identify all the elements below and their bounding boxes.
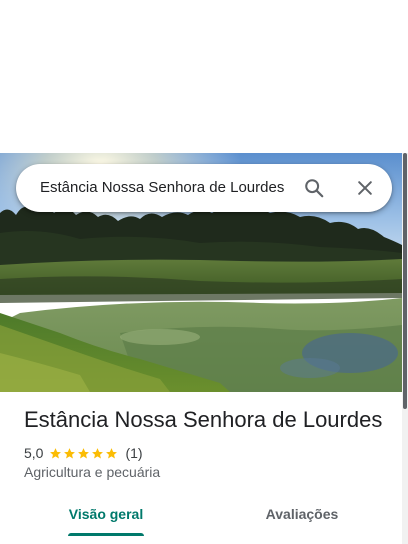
scrollbar-thumb[interactable] (403, 153, 407, 409)
review-count[interactable]: (1) (125, 445, 142, 461)
blank-area (0, 0, 408, 153)
rating-value: 5,0 (24, 445, 44, 461)
search-icon (305, 179, 324, 198)
search-input[interactable] (40, 164, 306, 212)
search-box[interactable] (16, 164, 392, 212)
active-tab-indicator (68, 533, 144, 536)
tab-reviews-label: Avaliações (265, 506, 339, 522)
panel-scrollbar[interactable] (402, 153, 408, 544)
star-icon (64, 447, 76, 458)
close-icon (358, 181, 372, 195)
maps-viewport: Estância Nossa Senhora de Lourdes 5,0 (1… (0, 0, 408, 544)
tab-overview[interactable]: Visão geral (68, 498, 144, 536)
star-icon (50, 447, 62, 458)
place-tabs: Visão geral Avaliações (0, 498, 402, 544)
star-icon (92, 447, 104, 458)
star-icon (78, 447, 90, 458)
place-title: Estância Nossa Senhora de Lourdes (24, 407, 383, 432)
rating-row[interactable]: 5,0 (1) (24, 444, 143, 462)
star-rating (49, 447, 119, 460)
clear-search-button[interactable] (351, 174, 379, 202)
search-button[interactable] (300, 174, 328, 202)
tab-reviews[interactable]: Avaliações (262, 498, 342, 532)
star-icon (106, 447, 118, 458)
tab-overview-label: Visão geral (68, 506, 144, 522)
place-category[interactable]: Agricultura e pecuária (24, 464, 160, 480)
